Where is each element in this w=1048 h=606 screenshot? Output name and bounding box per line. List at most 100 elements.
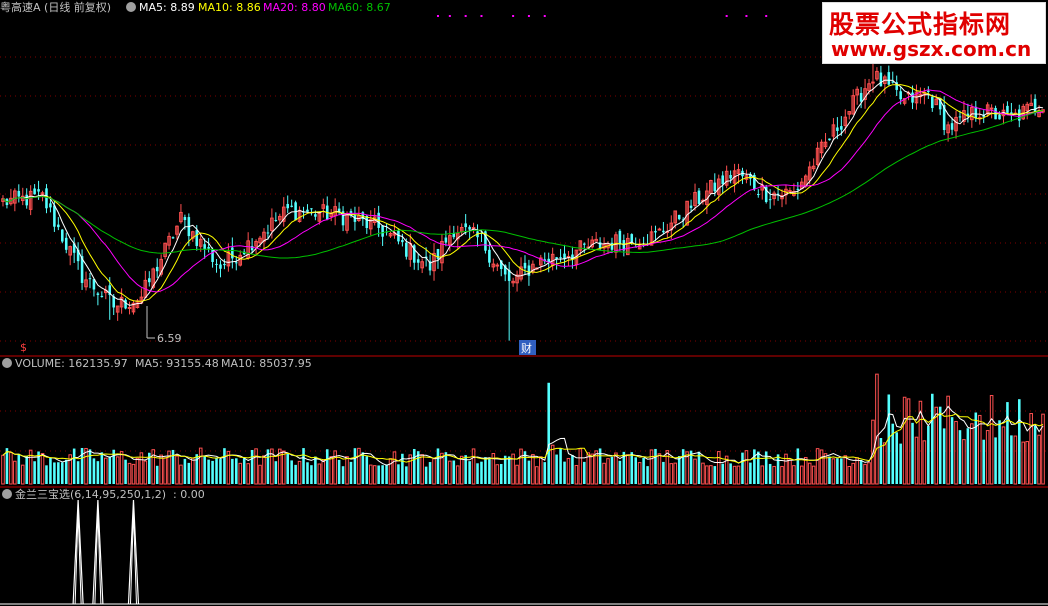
volume-bar — [840, 458, 843, 484]
volume-bar — [92, 458, 96, 484]
volume-bar — [974, 412, 978, 484]
volume-bar — [550, 444, 555, 485]
ma-line-ma20 — [2, 89, 1044, 293]
volume-bar — [574, 464, 579, 485]
candle-body — [124, 299, 127, 309]
candle-body — [768, 199, 772, 201]
volume-bar — [215, 457, 218, 484]
volume-bar — [187, 462, 191, 484]
signal-dot — [527, 15, 530, 17]
volume-bar — [931, 393, 934, 484]
volume-bar — [1025, 441, 1029, 485]
candle-body — [148, 278, 151, 283]
volume-bar — [1001, 426, 1006, 485]
volume-bar — [20, 464, 25, 485]
volume-bar — [578, 448, 583, 485]
volume-bar — [159, 454, 163, 485]
volume-bar — [618, 460, 622, 484]
volume-bar — [361, 452, 365, 484]
volume-bar — [811, 465, 816, 485]
volume-bar — [57, 462, 60, 484]
volume-bar — [836, 458, 839, 484]
volume-bar — [143, 460, 148, 485]
volume-bar — [25, 456, 28, 484]
candle-body — [583, 243, 586, 245]
candle-body — [45, 188, 48, 209]
candle-body — [405, 242, 408, 257]
volume-bar — [329, 456, 333, 485]
volume-bar — [760, 465, 765, 485]
volume-bar — [163, 457, 167, 485]
volume-bar — [175, 455, 179, 485]
volume-bar — [124, 459, 127, 484]
volume-bar — [934, 406, 939, 485]
indicator-spike-inner — [94, 511, 102, 605]
volume-bar — [258, 464, 262, 485]
volume-bar — [452, 460, 456, 484]
dropdown-icon[interactable] — [2, 358, 12, 368]
volume-bar — [847, 465, 852, 485]
volume-bar — [432, 458, 436, 485]
volume-bar — [649, 449, 654, 485]
volume-bar — [1013, 435, 1018, 485]
candle-body — [310, 208, 313, 210]
volume-bar — [302, 448, 305, 484]
volume-bar — [476, 463, 479, 484]
candle-body — [788, 190, 792, 193]
volume-bar — [962, 439, 966, 485]
candle-body — [235, 262, 238, 264]
signal-dots — [436, 15, 768, 17]
candle-body — [25, 194, 28, 206]
ma10-label: MA10: 8.86 — [198, 1, 261, 14]
volume-bar — [131, 463, 136, 485]
candle-body — [610, 242, 614, 250]
candle-body — [155, 266, 159, 272]
candle-body — [274, 220, 278, 222]
volume-bar — [736, 465, 741, 485]
volume-bar — [543, 462, 547, 484]
volume-bar — [958, 430, 962, 484]
volume-bar — [729, 463, 732, 484]
candle-body — [401, 240, 404, 243]
volume-bar — [61, 462, 64, 484]
volume-bar — [119, 451, 124, 485]
signal-dot — [464, 15, 467, 17]
candle-body — [796, 188, 800, 190]
volume-bar — [96, 461, 100, 484]
volume-bar — [392, 451, 397, 485]
volume-bar — [946, 395, 950, 485]
candle-body — [836, 127, 839, 131]
volume-bar — [662, 461, 665, 484]
candle-body — [223, 263, 226, 266]
volume-bar — [349, 461, 353, 484]
dropdown-icon[interactable] — [126, 2, 136, 12]
candle-body — [381, 225, 384, 237]
stock-chart[interactable]: 粤高速A (日线 前复权) MA5: 8.89 MA10: 8.86 MA20:… — [0, 0, 1048, 606]
cai-marker[interactable]: 财 — [521, 341, 532, 355]
volume-bar — [626, 454, 630, 485]
volume-bar — [531, 454, 535, 485]
volume-bar — [235, 458, 238, 484]
candle-body — [266, 232, 270, 234]
volume-bar — [977, 414, 982, 485]
candle-body — [215, 263, 218, 265]
candle-body — [306, 209, 309, 212]
volume-bar — [223, 448, 226, 484]
volume-bar — [721, 463, 724, 484]
candle-body — [444, 237, 448, 243]
volume-bar — [697, 451, 701, 484]
volume-bar — [254, 448, 258, 485]
volume-bar — [911, 422, 914, 484]
volume-bar — [705, 465, 709, 485]
dropdown-icon[interactable] — [2, 489, 12, 499]
volume-bar — [713, 466, 717, 484]
volume-bar — [989, 395, 994, 485]
low-price-label: 6.59 — [157, 332, 182, 345]
volume-bar — [297, 460, 302, 485]
volume-bar — [883, 442, 887, 485]
volume-bar — [807, 462, 812, 485]
candle-body — [618, 230, 622, 245]
volume-bar — [970, 423, 974, 485]
candle-body — [859, 92, 863, 102]
candle-body — [721, 175, 724, 185]
